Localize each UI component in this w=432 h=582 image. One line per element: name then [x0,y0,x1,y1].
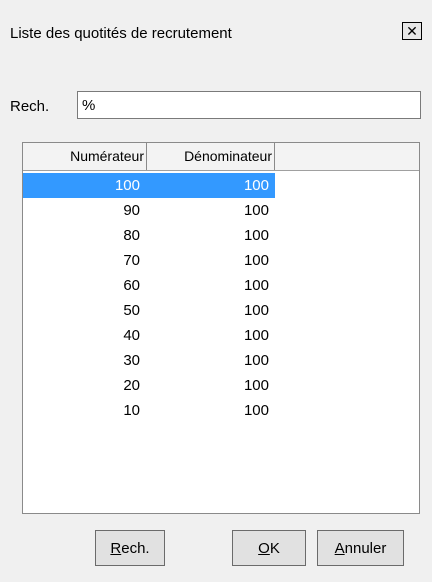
title-bar: Liste des quotités de recrutement ✕ [0,0,432,46]
cell-numerateur: 90 [123,202,140,219]
search-label: Rech. [10,98,50,115]
grid-header: Numérateur Dénominateur [23,143,419,171]
cell-denominateur: 100 [243,202,269,219]
table-row[interactable]: 20 100 [23,373,275,398]
ok-button[interactable]: OK [232,530,306,566]
cell-numerateur: 10 [123,402,140,419]
ok-button-accel: O [258,539,270,557]
cell-denominateur: 100 [243,277,269,294]
close-button[interactable]: ✕ [402,22,422,40]
cell-numerateur: 60 [123,277,140,294]
close-icon: ✕ [406,23,418,39]
cell-denominateur: 100 [243,252,269,269]
cell-numerateur: 100 [23,173,147,198]
table-row[interactable]: 90 100 [23,198,275,223]
table-row[interactable]: 80 100 [23,223,275,248]
cell-numerateur: 50 [123,302,140,319]
search-button-label: ech. [121,539,150,557]
table-row[interactable]: 40 100 [23,323,275,348]
table-row[interactable]: 50 100 [23,298,275,323]
cancel-button[interactable]: Annuler [317,530,404,566]
cell-denominateur: 100 [243,227,269,244]
cell-numerateur: 20 [123,377,140,394]
cell-numerateur: 80 [123,227,140,244]
table-row[interactable]: 60 100 [23,273,275,298]
table-row[interactable]: 30 100 [23,348,275,373]
cell-numerateur: 70 [123,252,140,269]
search-input[interactable] [77,91,421,119]
grid-rows: 100 100 90 100 80 100 70 100 60 100 50 100 40 100 30 10… [23,173,275,423]
cancel-button-label: nnuler [344,539,387,557]
cell-numerateur: 40 [123,327,140,344]
cancel-button-accel: A [334,539,345,557]
cell-denominateur: 100 [243,377,269,394]
table-row[interactable]: 10 100 [23,398,275,423]
column-header-numerateur[interactable]: Numérateur [23,143,147,170]
ok-button-label: K [269,539,280,557]
window-title: Liste des quotités de recrutement [10,25,232,42]
cell-denominateur: 100 [147,173,275,198]
search-button-accel: R [110,539,122,557]
quotites-grid[interactable]: Numérateur Dénominateur 100 100 90 100 80 100… [22,142,420,514]
cell-denominateur: 100 [243,352,269,369]
search-button[interactable]: Rech. [95,530,165,566]
cell-numerateur: 30 [123,352,140,369]
table-row[interactable]: 70 100 [23,248,275,273]
column-header-filler [275,143,419,170]
table-row[interactable]: 100 100 [23,173,275,198]
column-header-denominateur[interactable]: Dénominateur [147,143,275,170]
dialog-window: Liste des quotités de recrutement ✕ Rech… [0,0,432,582]
cell-denominateur: 100 [243,402,269,419]
cell-denominateur: 100 [243,302,269,319]
cell-denominateur: 100 [243,327,269,344]
